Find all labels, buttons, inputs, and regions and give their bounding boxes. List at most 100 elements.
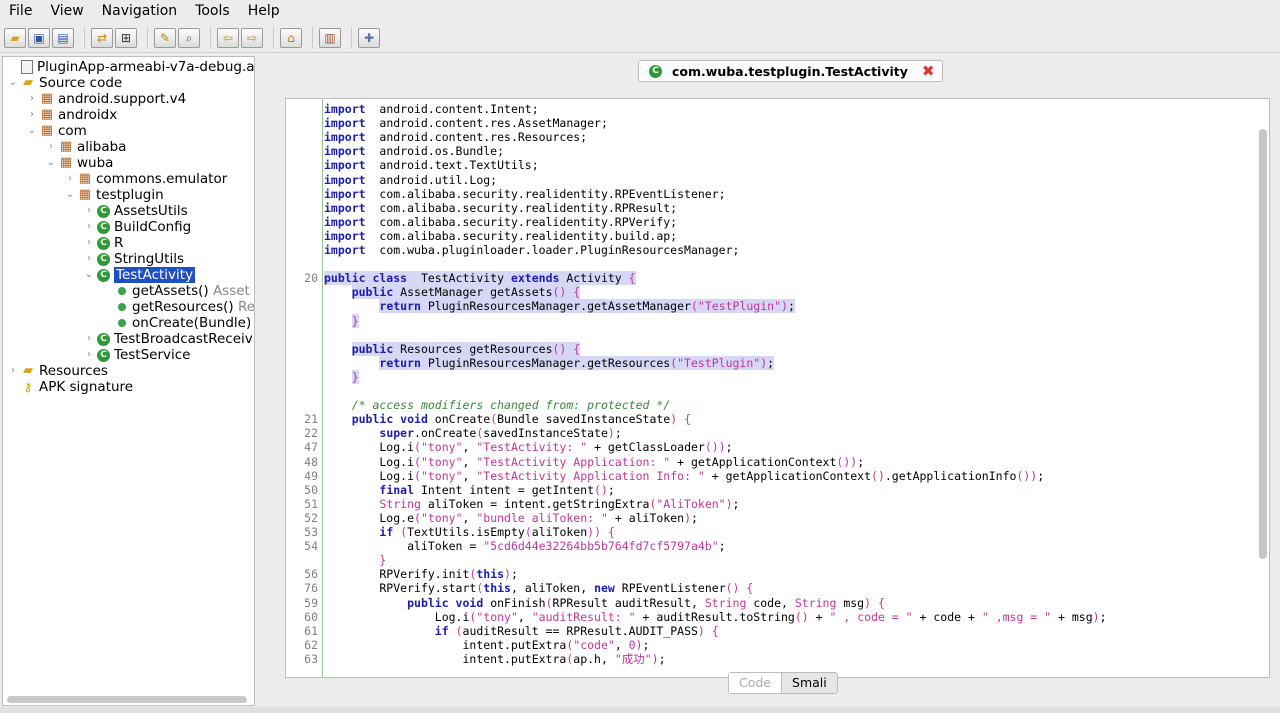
chevron-down-icon[interactable]: ⌄ bbox=[83, 267, 95, 283]
close-icon[interactable]: ✖ bbox=[922, 62, 935, 80]
chevron-right-icon[interactable]: › bbox=[7, 363, 19, 379]
code-line[interactable]: intent.putExtra("code", 0); bbox=[324, 638, 649, 652]
code-line[interactable]: import android.text.TextUtils; bbox=[324, 158, 539, 172]
code-line[interactable]: import android.content.res.AssetManager; bbox=[324, 116, 608, 130]
chevron-right-icon[interactable]: › bbox=[83, 331, 95, 347]
log-button[interactable]: ▥ bbox=[319, 27, 341, 48]
code-line[interactable]: return PluginResourcesManager.getAssetMa… bbox=[324, 299, 795, 314]
code-line[interactable]: public class TestActivity extends Activi… bbox=[324, 271, 636, 286]
code-line[interactable]: /* access modifiers changed from: protec… bbox=[324, 398, 671, 412]
code-line[interactable]: } bbox=[324, 553, 386, 567]
tree-item[interactable]: › C R bbox=[83, 235, 123, 251]
tree-item[interactable]: onCreate(Bundle) bbox=[102, 315, 251, 331]
chevron-right-icon[interactable]: › bbox=[26, 91, 38, 107]
sync-button[interactable]: ⇄ bbox=[91, 27, 113, 48]
code-line[interactable]: if (TextUtils.isEmpty(aliToken)) { bbox=[324, 525, 615, 539]
chevron-right-icon[interactable]: › bbox=[83, 347, 95, 363]
code-line[interactable]: import android.os.Bundle; bbox=[324, 144, 504, 158]
menu-tools[interactable]: Tools bbox=[186, 0, 239, 22]
chevron-right-icon[interactable]: › bbox=[83, 219, 95, 235]
code-line[interactable]: } bbox=[324, 369, 359, 384]
tree-horizontal-scrollbar[interactable] bbox=[7, 696, 247, 703]
code-line[interactable]: import android.content.Intent; bbox=[324, 102, 539, 116]
code-line[interactable]: RPVerify.start(this, aliToken, new RPEve… bbox=[324, 581, 753, 595]
code-line[interactable]: } bbox=[324, 313, 359, 328]
tree-item[interactable]: ⌄ C TestActivity bbox=[83, 267, 196, 283]
code-line[interactable]: import com.alibaba.security.realidentity… bbox=[324, 201, 677, 215]
chevron-down-icon[interactable]: ⌄ bbox=[26, 123, 38, 139]
tree-item[interactable]: › C TestService bbox=[83, 347, 190, 363]
menu-file[interactable]: File bbox=[0, 0, 41, 22]
code-line[interactable]: intent.putExtra(ap.h, "成功"); bbox=[324, 652, 665, 666]
code-line[interactable]: import com.alibaba.security.realidentity… bbox=[324, 229, 677, 243]
code-line[interactable]: String aliToken = intent.getStringExtra(… bbox=[324, 497, 739, 511]
chevron-down-icon[interactable]: ⌄ bbox=[45, 155, 57, 171]
code-line[interactable]: final Intent intent = getIntent(); bbox=[324, 483, 614, 497]
tree-item[interactable]: › ▦ commons.emulator bbox=[64, 171, 227, 187]
menu-navigation[interactable]: Navigation bbox=[93, 0, 187, 22]
back-arrow-button[interactable]: ⇦ bbox=[217, 27, 239, 48]
code-line[interactable]: super.onCreate(savedInstanceState); bbox=[324, 426, 621, 440]
chevron-down-icon[interactable]: ⌄ bbox=[64, 187, 76, 203]
tree-item[interactable]: › C BuildConfig bbox=[83, 219, 191, 235]
code-line[interactable]: Log.e("tony", "bundle aliToken: " + aliT… bbox=[324, 511, 698, 525]
code-line[interactable]: if (auditResult == RPResult.AUDIT_PASS) … bbox=[324, 624, 719, 638]
tree-item[interactable]: › C StringUtils bbox=[83, 251, 184, 267]
code-line[interactable]: Log.i("tony", "auditResult: " + auditRes… bbox=[324, 610, 1107, 624]
code-line[interactable]: import com.alibaba.security.realidentity… bbox=[324, 215, 677, 229]
grid-button[interactable]: ⊞ bbox=[115, 27, 137, 48]
chevron-down-icon[interactable]: ⌄ bbox=[7, 75, 19, 91]
tree-item[interactable]: › ▦ android.support.v4 bbox=[26, 91, 186, 107]
code-line[interactable]: return PluginResourcesManager.getResourc… bbox=[324, 355, 775, 370]
chevron-right-icon[interactable]: › bbox=[83, 251, 95, 267]
code-line[interactable]: aliToken = "5cd6d44e32264bb5b764fd7cf579… bbox=[324, 539, 726, 553]
code-line[interactable]: Log.i("tony", "TestActivity Application … bbox=[324, 469, 1044, 483]
tab-test-activity[interactable]: C com.wuba.testplugin.TestActivity ✖ bbox=[638, 60, 944, 82]
tree-item[interactable]: ⌄ ▦ com bbox=[26, 123, 87, 139]
code-view[interactable]: 20 21 22 47 48 49 50 51 52 53 54 56 76 59 60 61 62 63 imp… bbox=[285, 98, 1270, 678]
folder-open-button[interactable]: ▰ bbox=[4, 27, 26, 48]
tree-item[interactable]: › ▦ alibaba bbox=[45, 139, 126, 155]
tree-item[interactable]: ⚷ APK signature bbox=[7, 379, 134, 395]
forward-arrow-button[interactable]: ⇨ bbox=[241, 27, 263, 48]
chevron-right-icon[interactable]: › bbox=[45, 139, 57, 155]
code-line[interactable]: public AssetManager getAssets() { bbox=[324, 285, 581, 300]
code-line[interactable]: import com.wuba.pluginloader.loader.Plug… bbox=[324, 243, 739, 257]
tree-item[interactable]: ⌄ ▦ wuba bbox=[45, 155, 114, 171]
menu-help[interactable]: Help bbox=[239, 0, 289, 22]
code-line[interactable]: import android.content.res.Resources; bbox=[324, 130, 587, 144]
code-line[interactable]: Log.i("tony", "TestActivity: " + getClas… bbox=[324, 440, 732, 454]
save-button[interactable]: ▣ bbox=[28, 27, 50, 48]
tree-item[interactable]: › ▰ Resources bbox=[7, 363, 108, 379]
code-line[interactable]: RPVerify.init(this); bbox=[324, 567, 518, 581]
wrench-button[interactable]: ✚ bbox=[358, 27, 380, 48]
code-line[interactable]: Log.i("tony", "TestActivity Application:… bbox=[324, 455, 864, 469]
tree-item[interactable]: getAssets() Asset bbox=[102, 283, 250, 299]
tree-item[interactable]: › ▦ androidx bbox=[26, 107, 117, 123]
code-line[interactable]: public void onCreate(Bundle savedInstanc… bbox=[324, 412, 691, 426]
tree-item[interactable]: ⌄ ▦ testplugin bbox=[64, 187, 164, 203]
tree-item[interactable]: › C AssetsUtils bbox=[83, 203, 188, 219]
tree-item[interactable]: ⌄ ▰ Source code bbox=[7, 75, 122, 91]
project-tree[interactable]: PluginApp-armeabi-v7a-debug.apk ⌄ ▰ Source … bbox=[2, 56, 255, 706]
menu-view[interactable]: View bbox=[41, 0, 92, 22]
search-button[interactable]: ⌕ bbox=[178, 27, 200, 48]
tree-item[interactable]: › C TestBroadcastReceiv bbox=[83, 331, 253, 347]
chevron-right-icon[interactable]: › bbox=[64, 171, 76, 187]
tab-smali[interactable]: Smali bbox=[782, 673, 837, 693]
tab-code[interactable]: Code bbox=[729, 673, 783, 693]
chevron-right-icon[interactable]: › bbox=[26, 107, 38, 123]
code-line[interactable]: public void onFinish(RPResult auditResul… bbox=[324, 596, 885, 610]
chevron-right-icon[interactable]: › bbox=[83, 203, 95, 219]
chevron-right-icon[interactable]: › bbox=[83, 235, 95, 251]
code-line[interactable]: public Resources getResources() { bbox=[324, 341, 581, 356]
code-vertical-scrollbar[interactable] bbox=[1259, 129, 1267, 559]
bag-button[interactable]: ⌂ bbox=[280, 27, 302, 48]
tree-item[interactable]: getResources() Re bbox=[102, 299, 254, 315]
tree-item[interactable]: PluginApp-armeabi-v7a-debug.apk bbox=[7, 59, 254, 75]
code-text[interactable]: import android.content.Intent; import and… bbox=[324, 99, 1255, 677]
wand-button[interactable]: ✎ bbox=[154, 27, 176, 48]
save-all-button[interactable]: ▤ bbox=[52, 27, 74, 48]
code-line[interactable]: import android.util.Log; bbox=[324, 173, 497, 187]
code-line[interactable]: import com.alibaba.security.realidentity… bbox=[324, 187, 726, 201]
